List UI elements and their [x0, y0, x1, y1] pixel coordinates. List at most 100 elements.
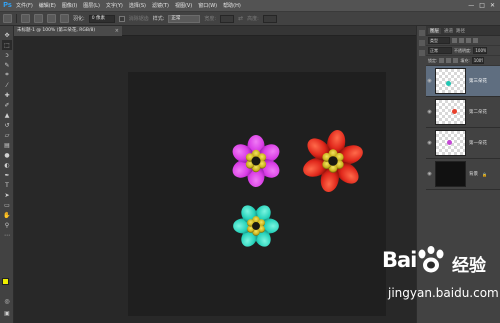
- layer-name[interactable]: 第三朵花: [469, 78, 487, 84]
- lasso-tool-icon[interactable]: ↄ: [2, 50, 12, 60]
- menu-window[interactable]: 窗口(W): [198, 2, 217, 9]
- layer-row[interactable]: ◉ 第一朵花: [426, 128, 500, 159]
- document-canvas[interactable]: [128, 72, 386, 316]
- gradient-tool-icon[interactable]: ▤: [2, 140, 12, 150]
- menu-help[interactable]: 帮助(H): [223, 2, 241, 9]
- tab-paths[interactable]: 路径: [456, 28, 465, 34]
- menu-image[interactable]: 图像(I): [62, 2, 77, 9]
- history-panel-icon[interactable]: [419, 30, 425, 36]
- quick-select-icon[interactable]: ✎: [2, 60, 12, 70]
- layer-thumbnail: [435, 99, 466, 125]
- add-selection-icon[interactable]: [34, 14, 43, 23]
- subtract-selection-icon[interactable]: [47, 14, 56, 23]
- paw-logo-icon: [418, 246, 444, 273]
- blur-tool-icon[interactable]: ●: [2, 150, 12, 160]
- purple-flower: [229, 135, 283, 187]
- intersect-selection-icon[interactable]: [60, 14, 69, 23]
- opacity-input[interactable]: 100%: [473, 47, 488, 54]
- minimize-button[interactable]: —: [468, 2, 474, 9]
- properties-panel-icon[interactable]: [419, 40, 425, 46]
- maximize-button[interactable]: □: [479, 2, 485, 9]
- tab-layers[interactable]: 图层: [428, 27, 441, 34]
- healing-brush-icon[interactable]: ✚: [2, 90, 12, 100]
- close-window-button[interactable]: ✕: [490, 2, 495, 9]
- marquee-tool-preset-icon[interactable]: [3, 14, 12, 23]
- screen-mode-icon[interactable]: ▣: [2, 308, 12, 318]
- quick-mask-icon[interactable]: ◎: [2, 296, 12, 306]
- filter-type-icon[interactable]: [466, 38, 471, 43]
- menu-file[interactable]: 文件(F): [16, 2, 33, 9]
- menu-type[interactable]: 文字(Y): [106, 2, 123, 9]
- menu-select[interactable]: 选择(S): [129, 2, 146, 9]
- antialias-label: 消除锯齿: [128, 16, 149, 22]
- path-select-icon[interactable]: ➤: [2, 190, 12, 200]
- layer-name[interactable]: 第一朵花: [469, 140, 487, 146]
- lock-icon: 🔒: [482, 171, 487, 177]
- width-input[interactable]: [220, 14, 235, 23]
- foreground-color-swatch[interactable]: [2, 278, 9, 285]
- baidu-jingyan-watermark: Bai 经验 jingyan.baidu.com: [370, 240, 499, 320]
- red-flower: [300, 128, 366, 194]
- adjustments-panel-icon[interactable]: [419, 50, 425, 56]
- shape-tool-icon[interactable]: ▭: [2, 200, 12, 210]
- menu-filter[interactable]: 滤镜(T): [152, 2, 169, 9]
- watermark-url: jingyan.baidu.com: [388, 286, 499, 300]
- document-tab[interactable]: 未标题-1 @ 100% (第三朵花, RGB/8) ×: [14, 26, 122, 36]
- layer-row[interactable]: ◉ 背景 🔒: [426, 159, 500, 190]
- lock-pixels-icon[interactable]: [439, 58, 445, 63]
- visibility-eye-icon[interactable]: ◉: [426, 171, 433, 177]
- layer-filter-select[interactable]: 类型: [428, 37, 450, 44]
- layer-thumbnail: [435, 68, 466, 94]
- style-label: 样式:: [152, 16, 165, 22]
- eraser-icon[interactable]: ▱: [2, 130, 12, 140]
- brush-tool-icon[interactable]: ✐: [2, 100, 12, 110]
- move-tool-icon[interactable]: ✥: [2, 30, 12, 40]
- layer-thumbnail: [435, 130, 466, 156]
- pen-tool-icon[interactable]: ✒: [2, 170, 12, 180]
- layer-filter-row: 类型: [426, 36, 500, 46]
- style-select[interactable]: 正常: [168, 14, 201, 23]
- visibility-eye-icon[interactable]: ◉: [426, 109, 433, 115]
- lock-label: 锁定:: [428, 57, 438, 63]
- dodge-tool-icon[interactable]: ◐: [2, 160, 12, 170]
- menu-layer[interactable]: 图层(L): [83, 2, 100, 9]
- tab-channels[interactable]: 通道: [444, 28, 453, 34]
- history-brush-icon[interactable]: ↺: [2, 120, 12, 130]
- zoom-tool-icon[interactable]: ⚲: [2, 220, 12, 230]
- rectangular-marquee-icon[interactable]: ⬚: [2, 40, 12, 50]
- feather-input[interactable]: 0 像素: [88, 14, 115, 23]
- hand-tool-icon[interactable]: ✋: [2, 210, 12, 220]
- visibility-eye-icon[interactable]: ◉: [426, 140, 433, 146]
- lock-position-icon[interactable]: [446, 58, 452, 63]
- layer-row[interactable]: ◉ 第三朵花: [426, 66, 500, 97]
- antialias-checkbox[interactable]: [118, 15, 125, 22]
- visibility-eye-icon[interactable]: ◉: [426, 78, 433, 84]
- menu-bar: Ps 文件(F) 编辑(E) 图像(I) 图层(L) 文字(Y) 选择(S) 滤…: [0, 0, 500, 12]
- filter-shape-icon[interactable]: [473, 38, 478, 43]
- eyedropper-icon[interactable]: ⁄: [2, 80, 12, 90]
- lock-all-icon[interactable]: [453, 58, 459, 63]
- document-tab-title: 未标题-1 @ 100% (第三朵花, RGB/8): [17, 28, 96, 33]
- workspace: [14, 36, 416, 323]
- filter-adjust-icon[interactable]: [459, 38, 464, 43]
- new-selection-icon[interactable]: [21, 14, 30, 23]
- layer-row[interactable]: ◉ 第二朵花: [426, 97, 500, 128]
- blend-row: 正常 不透明度: 100%: [426, 46, 500, 56]
- swap-dimensions-icon[interactable]: ⇄: [238, 15, 243, 22]
- photoshop-logo: Ps: [3, 1, 12, 9]
- clone-stamp-icon[interactable]: ▲: [2, 110, 12, 120]
- menu-edit[interactable]: 编辑(E): [39, 2, 56, 9]
- filter-pixel-icon[interactable]: [452, 38, 457, 43]
- fill-input[interactable]: 100%: [471, 57, 484, 64]
- height-input[interactable]: [262, 14, 277, 23]
- layer-name[interactable]: 第二朵花: [469, 109, 487, 115]
- crop-tool-icon[interactable]: ⌗: [2, 70, 12, 80]
- more-tools-icon[interactable]: ⋯: [2, 230, 12, 240]
- tools-panel: ✥ ⬚ ↄ ✎ ⌗ ⁄ ✚ ✐ ▲ ↺ ▱ ▤ ● ◐ ✒ T ➤ ▭ ✋ ⚲ …: [0, 26, 14, 323]
- menu-view[interactable]: 视图(V): [175, 2, 192, 9]
- close-document-icon[interactable]: ×: [115, 26, 119, 36]
- type-tool-icon[interactable]: T: [2, 180, 12, 190]
- blend-mode-select[interactable]: 正常: [428, 47, 452, 54]
- layer-name[interactable]: 背景: [469, 171, 478, 177]
- watermark-brand-cn: 经验: [452, 256, 486, 276]
